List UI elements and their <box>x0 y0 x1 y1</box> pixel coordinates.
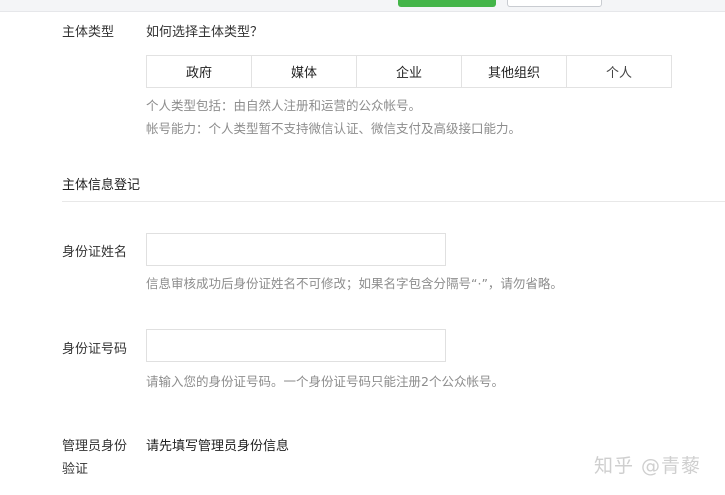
id-name-label: 身份证姓名 <box>62 245 128 260</box>
admin-verify-label-cont: 验证 <box>62 462 89 477</box>
type-option-media[interactable]: 媒体 <box>252 56 357 87</box>
id-number-input[interactable] <box>146 329 446 362</box>
primary-button-edge[interactable] <box>398 0 496 7</box>
section-title: 主体信息登记 <box>62 178 141 193</box>
type-option-government[interactable]: 政府 <box>147 56 252 87</box>
id-number-label: 身份证号码 <box>62 342 128 357</box>
type-option-enterprise[interactable]: 企业 <box>357 56 462 87</box>
id-number-hint: 请输入您的身份证号码。一个身份证号码只能注册2个公众帐号。 <box>146 374 504 389</box>
id-name-hint: 信息审核成功后身份证姓名不可修改；如果名字包含分隔号“·”，请勿省略。 <box>146 276 563 291</box>
id-name-input[interactable] <box>146 233 446 266</box>
subject-type-help-link[interactable]: 如何选择主体类型？ <box>146 21 263 40</box>
section-divider <box>62 201 725 202</box>
individual-type-note: 个人类型包括：由自然人注册和运营的公众帐号。 <box>146 98 422 113</box>
subject-type-selector: 政府 媒体 企业 其他组织 个人 <box>146 55 672 88</box>
admin-verify-text: 请先填写管理员身份信息 <box>146 439 290 454</box>
type-option-other-org[interactable]: 其他组织 <box>462 56 567 87</box>
watermark: 知乎 @青藜 <box>594 455 702 477</box>
admin-verify-label: 管理员身份 <box>62 439 128 454</box>
account-capability-note: 帐号能力：个人类型暂不支持微信认证、微信支付及高级接口能力。 <box>146 121 522 136</box>
type-option-individual[interactable]: 个人 <box>567 56 671 87</box>
top-toolbar-strip <box>0 0 725 12</box>
subject-type-label: 主体类型 <box>62 25 115 40</box>
secondary-button-edge[interactable] <box>507 0 602 7</box>
